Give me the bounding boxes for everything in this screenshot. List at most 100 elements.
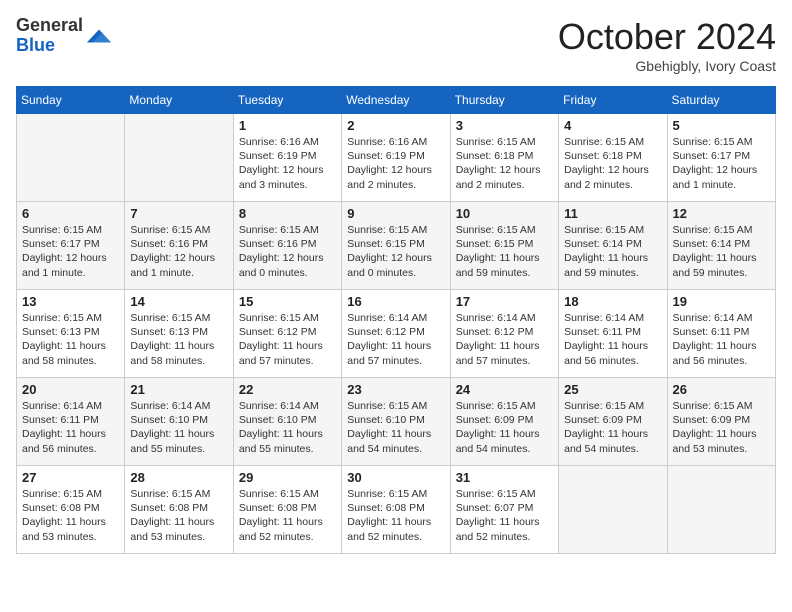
day-number: 31 [456,470,553,485]
calendar-cell: 30 Sunrise: 6:15 AM Sunset: 6:08 PM Dayli… [342,466,450,554]
calendar-cell: 17 Sunrise: 6:14 AM Sunset: 6:12 PM Dayli… [450,290,558,378]
day-number: 2 [347,118,444,133]
calendar-cell: 2 Sunrise: 6:16 AM Sunset: 6:19 PM Daylig… [342,114,450,202]
calendar-cell: 1Sunrise: 6:16 AM Sunset: 6:19 PM Daylig… [233,114,341,202]
day-number: 11 [564,206,661,221]
day-info: Sunrise: 6:15 AM Sunset: 6:15 PM Dayligh… [347,223,444,280]
day-info: Sunrise: 6:15 AM Sunset: 6:18 PM Dayligh… [564,135,661,192]
calendar-cell: 24 Sunrise: 6:15 AM Sunset: 6:09 PM Dayli… [450,378,558,466]
day-number: 24 [456,382,553,397]
day-number: 26 [673,382,770,397]
calendar-cell: 8Sunrise: 6:15 AM Sunset: 6:16 PM Daylig… [233,202,341,290]
calendar-cell: 11 Sunrise: 6:15 AM Sunset: 6:14 PM Dayli… [559,202,667,290]
day-number: 19 [673,294,770,309]
day-number: 30 [347,470,444,485]
day-number: 16 [347,294,444,309]
day-info: Sunrise: 6:15 AM Sunset: 6:16 PM Dayligh… [239,223,336,280]
day-info: Sunrise: 6:15 AM Sunset: 6:16 PM Dayligh… [130,223,227,280]
day-info: Sunrise: 6:15 AM Sunset: 6:14 PM Dayligh… [673,223,770,280]
day-info: Sunrise: 6:15 AM Sunset: 6:08 PM Dayligh… [22,487,119,544]
calendar-cell: 19 Sunrise: 6:14 AM Sunset: 6:11 PM Dayli… [667,290,775,378]
day-info: Sunrise: 6:14 AM Sunset: 6:12 PM Dayligh… [456,311,553,368]
calendar-cell: 15Sunrise: 6:15 AM Sunset: 6:12 PM Dayli… [233,290,341,378]
day-number: 4 [564,118,661,133]
day-number: 21 [130,382,227,397]
title-block: October 2024 Gbehigbly, Ivory Coast [558,16,776,74]
calendar-cell: 29Sunrise: 6:15 AM Sunset: 6:08 PM Dayli… [233,466,341,554]
calendar-cell: 9 Sunrise: 6:15 AM Sunset: 6:15 PM Daylig… [342,202,450,290]
calendar-cell: 27 Sunrise: 6:15 AM Sunset: 6:08 PM Dayli… [17,466,125,554]
day-info: Sunrise: 6:14 AM Sunset: 6:11 PM Dayligh… [564,311,661,368]
logo: General Blue [16,16,113,56]
day-info: Sunrise: 6:15 AM Sunset: 6:07 PM Dayligh… [456,487,553,544]
calendar-table: SundayMondayTuesdayWednesdayThursdayFrid… [16,86,776,554]
calendar-cell [559,466,667,554]
day-info: Sunrise: 6:14 AM Sunset: 6:11 PM Dayligh… [673,311,770,368]
calendar-week-3: 13Sunrise: 6:15 AM Sunset: 6:13 PM Dayli… [17,290,776,378]
calendar-cell: 7 Sunrise: 6:15 AM Sunset: 6:16 PM Daylig… [125,202,233,290]
calendar-cell: 18Sunrise: 6:14 AM Sunset: 6:11 PM Dayli… [559,290,667,378]
day-info: Sunrise: 6:14 AM Sunset: 6:10 PM Dayligh… [239,399,336,456]
day-number: 28 [130,470,227,485]
calendar-cell [125,114,233,202]
column-header-monday: Monday [125,87,233,114]
day-info: Sunrise: 6:15 AM Sunset: 6:13 PM Dayligh… [22,311,119,368]
day-number: 14 [130,294,227,309]
day-info: Sunrise: 6:15 AM Sunset: 6:17 PM Dayligh… [22,223,119,280]
calendar-cell: 31 Sunrise: 6:15 AM Sunset: 6:07 PM Dayli… [450,466,558,554]
day-number: 15 [239,294,336,309]
day-number: 22 [239,382,336,397]
calendar-cell: 12 Sunrise: 6:15 AM Sunset: 6:14 PM Dayli… [667,202,775,290]
calendar-cell: 6 Sunrise: 6:15 AM Sunset: 6:17 PM Daylig… [17,202,125,290]
column-header-thursday: Thursday [450,87,558,114]
day-info: Sunrise: 6:15 AM Sunset: 6:13 PM Dayligh… [130,311,227,368]
day-info: Sunrise: 6:14 AM Sunset: 6:11 PM Dayligh… [22,399,119,456]
day-number: 25 [564,382,661,397]
day-info: Sunrise: 6:16 AM Sunset: 6:19 PM Dayligh… [347,135,444,192]
location: Gbehigbly, Ivory Coast [558,58,776,74]
month-title: October 2024 [558,16,776,58]
calendar-cell: 13Sunrise: 6:15 AM Sunset: 6:13 PM Dayli… [17,290,125,378]
day-info: Sunrise: 6:15 AM Sunset: 6:14 PM Dayligh… [564,223,661,280]
calendar-cell: 20 Sunrise: 6:14 AM Sunset: 6:11 PM Dayli… [17,378,125,466]
day-info: Sunrise: 6:14 AM Sunset: 6:10 PM Dayligh… [130,399,227,456]
column-header-friday: Friday [559,87,667,114]
day-number: 6 [22,206,119,221]
page-header: General Blue October 2024 Gbehigbly, Ivo… [16,16,776,74]
logo-blue: Blue [16,36,83,56]
day-info: Sunrise: 6:15 AM Sunset: 6:15 PM Dayligh… [456,223,553,280]
day-number: 10 [456,206,553,221]
calendar-week-2: 6 Sunrise: 6:15 AM Sunset: 6:17 PM Daylig… [17,202,776,290]
day-number: 29 [239,470,336,485]
calendar-cell: 21 Sunrise: 6:14 AM Sunset: 6:10 PM Dayli… [125,378,233,466]
calendar-week-4: 20 Sunrise: 6:14 AM Sunset: 6:11 PM Dayli… [17,378,776,466]
calendar-cell: 5Sunrise: 6:15 AM Sunset: 6:17 PM Daylig… [667,114,775,202]
calendar-header-row: SundayMondayTuesdayWednesdayThursdayFrid… [17,87,776,114]
day-info: Sunrise: 6:15 AM Sunset: 6:18 PM Dayligh… [456,135,553,192]
logo-general: General [16,16,83,36]
column-header-wednesday: Wednesday [342,87,450,114]
day-number: 7 [130,206,227,221]
day-number: 17 [456,294,553,309]
calendar-week-1: 1 Sunrise: 6:16 AM Sunset: 6:19 PM Daylig… [17,114,776,202]
day-info: Sunrise: 6:15 AM Sunset: 6:09 PM Dayligh… [456,399,553,456]
logo-icon [85,22,113,50]
day-number: 20 [22,382,119,397]
day-number: 1 [239,118,336,133]
day-info: Sunrise: 6:15 AM Sunset: 6:17 PM Dayligh… [673,135,770,192]
column-header-saturday: Saturday [667,87,775,114]
day-number: 9 [347,206,444,221]
column-header-sunday: Sunday [17,87,125,114]
day-number: 12 [673,206,770,221]
calendar-cell: 25 Sunrise: 6:15 AM Sunset: 6:09 PM Dayli… [559,378,667,466]
day-info: Sunrise: 6:15 AM Sunset: 6:08 PM Dayligh… [347,487,444,544]
calendar-cell: 3Sunrise: 6:15 AM Sunset: 6:18 PM Daylig… [450,114,558,202]
day-number: 23 [347,382,444,397]
day-info: Sunrise: 6:14 AM Sunset: 6:12 PM Dayligh… [347,311,444,368]
day-info: Sunrise: 6:15 AM Sunset: 6:10 PM Dayligh… [347,399,444,456]
day-info: Sunrise: 6:15 AM Sunset: 6:09 PM Dayligh… [564,399,661,456]
column-header-tuesday: Tuesday [233,87,341,114]
day-number: 27 [22,470,119,485]
day-info: Sunrise: 6:15 AM Sunset: 6:09 PM Dayligh… [673,399,770,456]
calendar-cell: 4 Sunrise: 6:15 AM Sunset: 6:18 PM Daylig… [559,114,667,202]
